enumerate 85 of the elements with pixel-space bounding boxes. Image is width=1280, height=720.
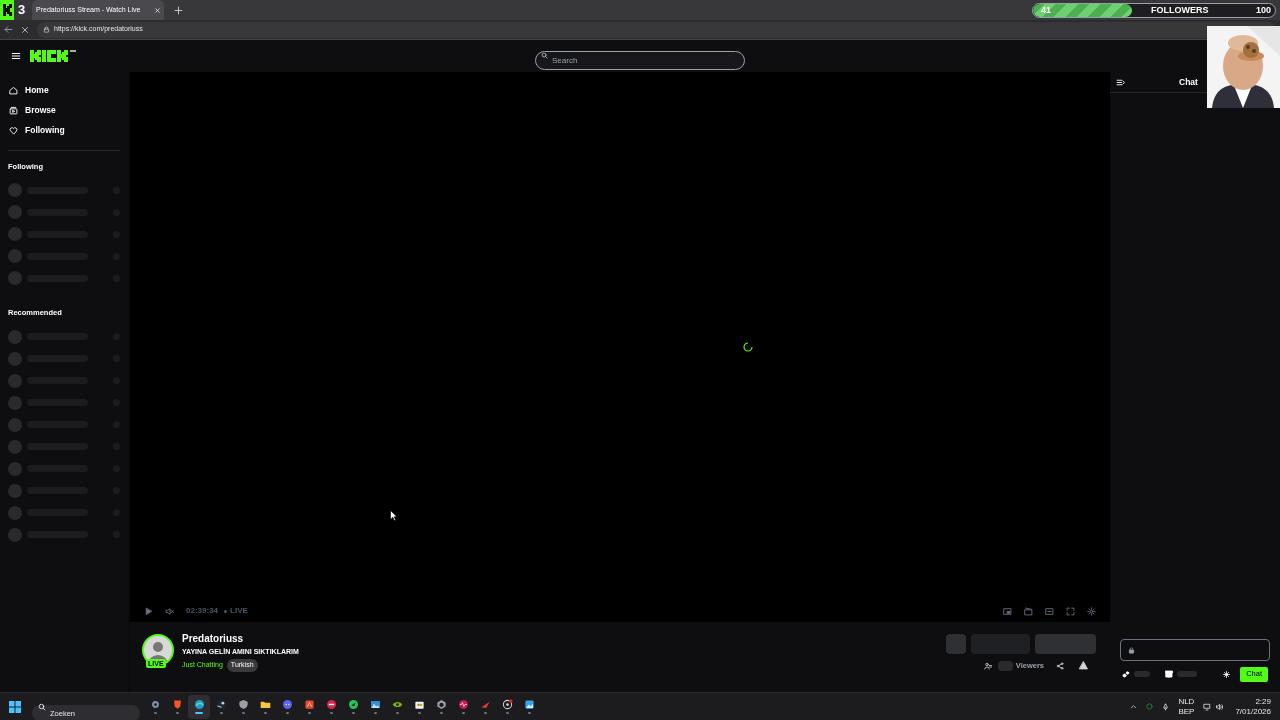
keyboard-language[interactable]: NLD BEP — [1178, 696, 1195, 717]
loading-bar — [997, 660, 1013, 671]
play-icon[interactable] — [144, 606, 153, 616]
loading-avatar — [8, 395, 22, 410]
loading-avatar — [8, 373, 22, 388]
loading-avatar — [8, 417, 22, 432]
chat-title: Chat — [1179, 75, 1198, 89]
viewers-icon — [983, 661, 992, 670]
lock-icon — [43, 26, 50, 33]
goal-target: 100 — [1255, 4, 1271, 17]
store-icon[interactable] — [1165, 670, 1173, 678]
loading-avatar — [8, 249, 22, 264]
clock[interactable]: 2:29 7/01/2026 — [1235, 696, 1271, 717]
search-icon — [38, 702, 46, 711]
goal-label: FOLLOWERS — [1151, 4, 1209, 17]
loading-avatar — [8, 271, 22, 286]
mountain-icon — [369, 699, 381, 710]
nav-link[interactable]: Browse — [8, 100, 120, 120]
loading-bar — [1177, 671, 1197, 677]
shield-icon — [237, 699, 249, 710]
loading-avatar — [8, 505, 22, 520]
share-icon[interactable] — [1056, 661, 1064, 670]
search-icon — [541, 52, 548, 59]
tab-count: 3 — [18, 1, 27, 20]
settings-icon — [149, 699, 161, 710]
collapse-chat-icon[interactable] — [1116, 77, 1125, 87]
loading-bar — [1134, 671, 1150, 677]
warning-icon[interactable] — [1079, 661, 1088, 671]
aperture-icon — [501, 699, 513, 710]
pulse-icon — [457, 699, 469, 710]
home-icon — [9, 85, 18, 95]
loading-avatar — [8, 439, 22, 454]
back-icon[interactable] — [4, 25, 13, 34]
store-icon — [413, 699, 425, 710]
channel-avatar[interactable] — [142, 634, 174, 666]
taskbar-app[interactable] — [188, 694, 210, 719]
live-label: LIVE — [224, 605, 248, 617]
microphone-icon[interactable] — [1162, 702, 1170, 711]
bubbles-icon[interactable] — [1122, 670, 1130, 678]
stream-time: 02:39:34 — [186, 605, 219, 617]
app-logo-icon — [0, 0, 14, 20]
menu-icon[interactable] — [11, 51, 21, 61]
fullscreen-icon[interactable] — [1066, 606, 1075, 616]
chevron-up-icon[interactable] — [1130, 703, 1138, 710]
nav-link[interactable]: Home — [8, 80, 120, 100]
tv-icon — [9, 105, 18, 115]
status-icon[interactable] — [1146, 703, 1154, 710]
eye-icon — [391, 699, 403, 710]
new-tab-icon[interactable] — [174, 5, 183, 15]
close-icon[interactable] — [154, 6, 161, 14]
steam-icon — [215, 699, 227, 710]
loading-avatar — [8, 461, 22, 476]
folder-icon — [259, 699, 271, 710]
volume-icon[interactable] — [1215, 702, 1225, 711]
heart-icon — [9, 125, 18, 135]
app-icon — [325, 699, 337, 710]
loading-avatar — [8, 205, 22, 220]
stop-loading-icon[interactable] — [21, 25, 29, 34]
hexagon-icon — [435, 699, 447, 710]
app-icon — [303, 699, 315, 710]
network-icon[interactable] — [1203, 702, 1213, 711]
cursor-icon — [390, 510, 397, 521]
channel-name[interactable]: Predatoriuss — [182, 632, 299, 646]
loading-avatar — [8, 527, 22, 542]
app-icon — [347, 699, 359, 710]
mini-player-icon[interactable] — [1003, 606, 1012, 616]
search-field[interactable]: Search — [535, 51, 745, 70]
loading-avatar — [8, 227, 22, 242]
wave-icon — [193, 699, 205, 710]
chat-bubble-icon — [281, 699, 293, 710]
theater-icon[interactable] — [1024, 606, 1033, 616]
loading-avatar — [8, 183, 22, 198]
loading-spinner-icon — [743, 342, 753, 352]
shield-icon — [171, 699, 183, 710]
image-icon — [523, 699, 535, 710]
loading-avatar — [8, 351, 22, 366]
loading-avatar — [8, 483, 22, 498]
captions-icon[interactable] — [1045, 606, 1054, 616]
start-icon[interactable] — [9, 700, 21, 713]
chat-input-field[interactable] — [1120, 639, 1270, 661]
loading-avatar — [8, 329, 22, 344]
muted-speaker-icon[interactable] — [165, 606, 174, 616]
nav-link[interactable]: Following — [8, 120, 120, 140]
goal-current: 41 — [1041, 4, 1051, 17]
lock-icon — [1128, 646, 1135, 654]
